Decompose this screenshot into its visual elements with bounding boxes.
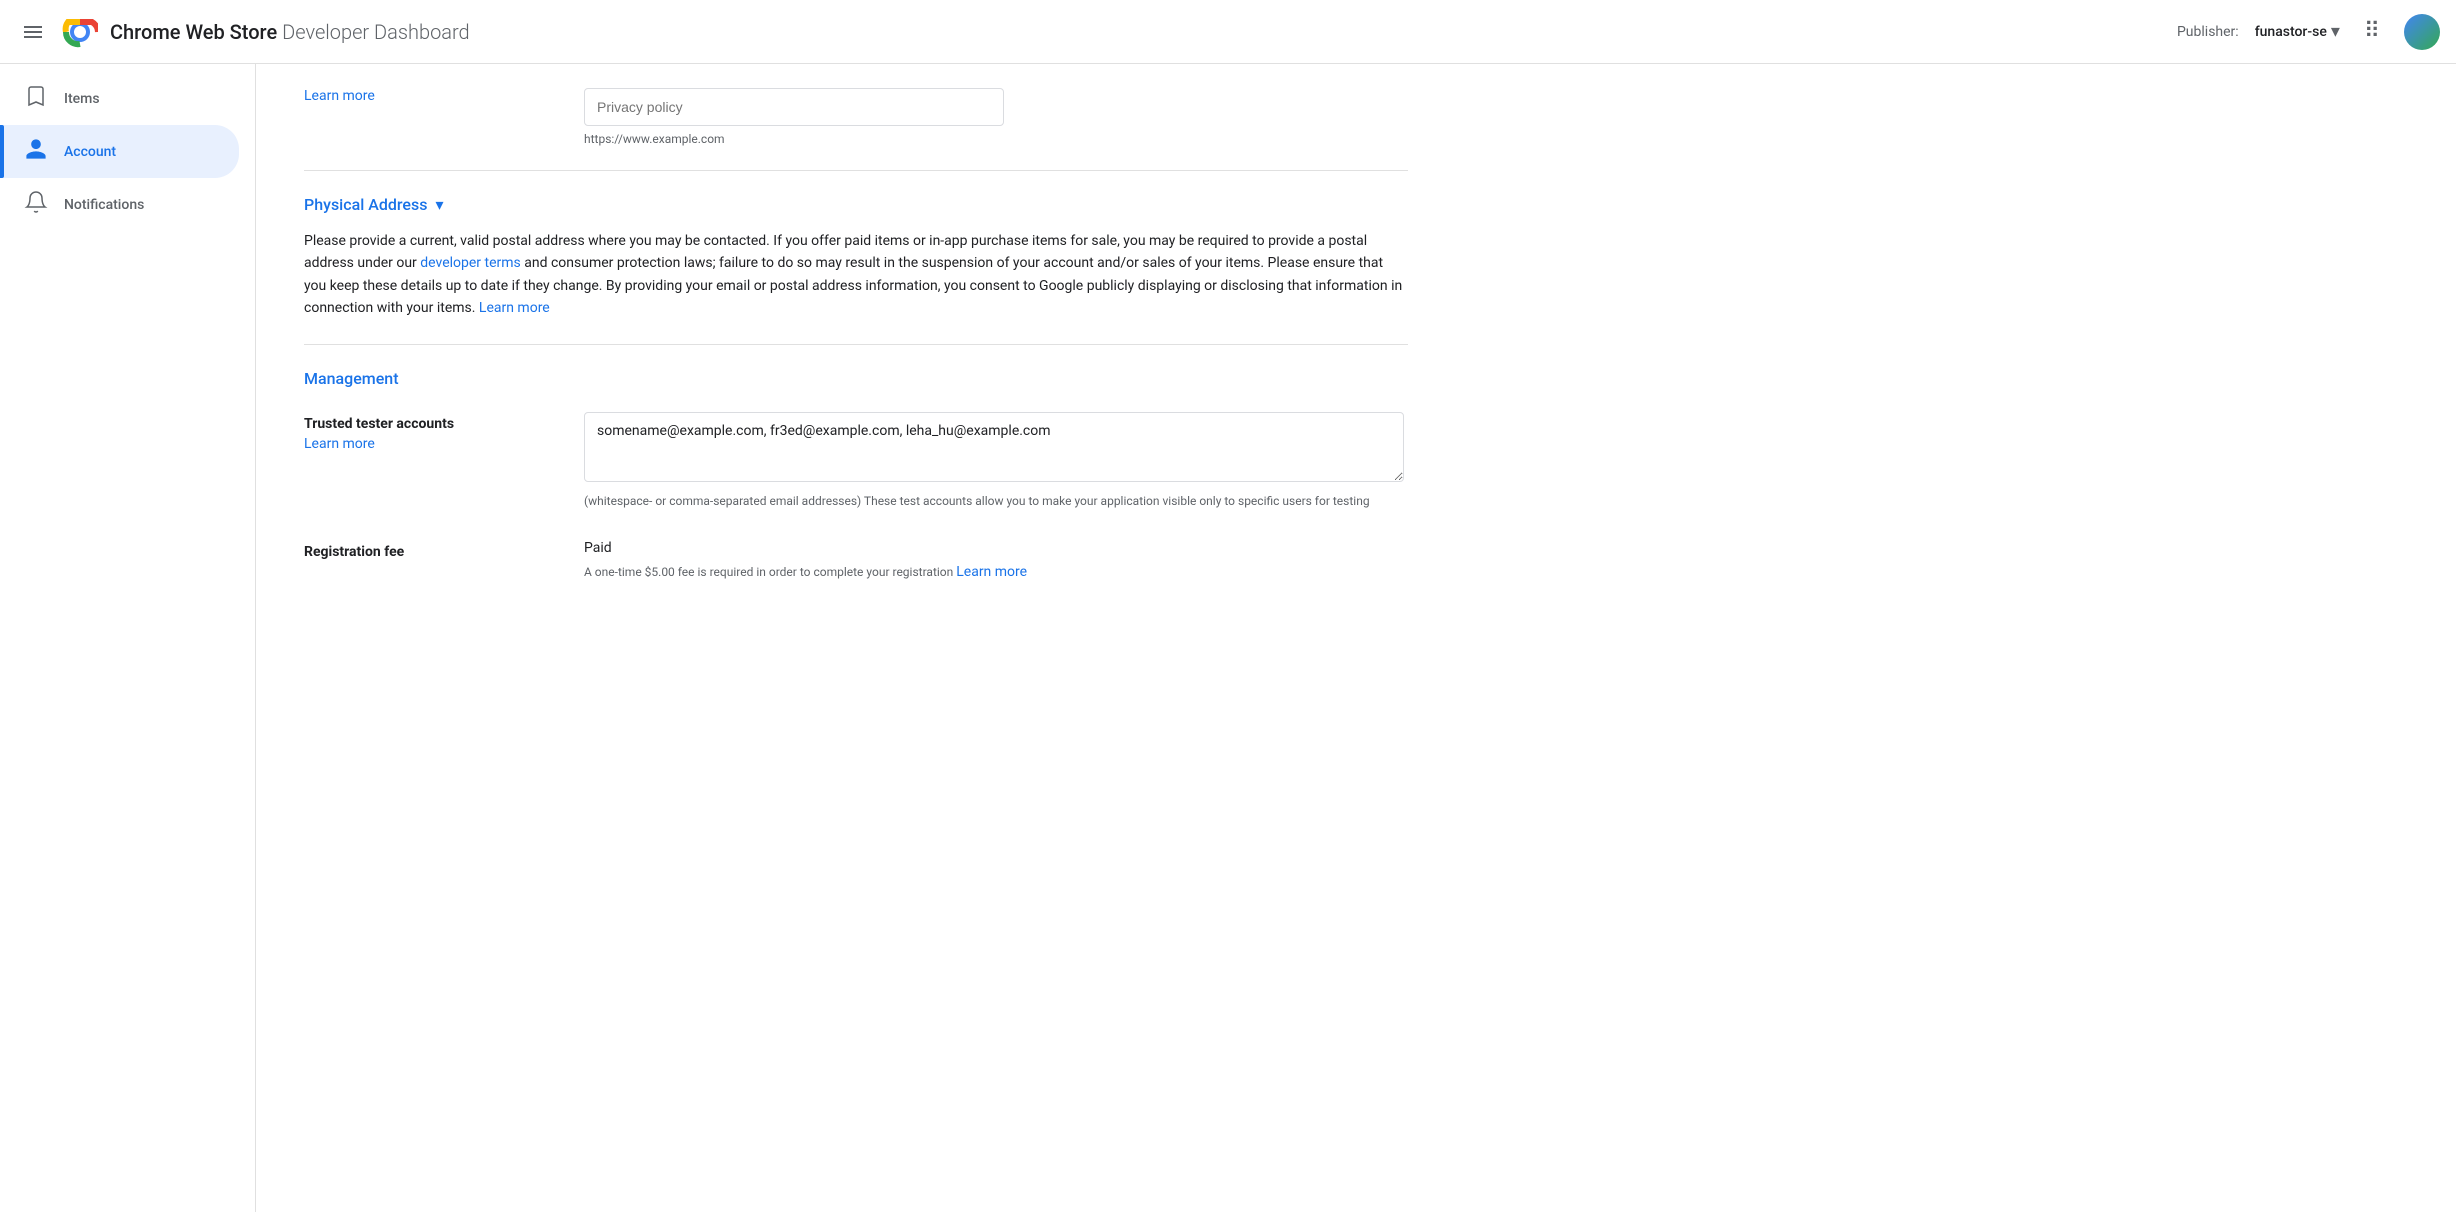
- privacy-policy-section: Learn more https://www.example.com: [304, 88, 1408, 171]
- trusted-tester-label-col: Trusted tester accounts Learn more: [304, 412, 584, 452]
- content-area: Learn more https://www.example.com Physi…: [256, 64, 1456, 660]
- header-right: Publisher: funastor-se ▾ ⠿: [2177, 11, 2440, 52]
- google-apps-icon[interactable]: ⠿: [2356, 11, 2388, 52]
- trusted-tester-textarea[interactable]: somename@example.com, fr3ed@example.com,…: [584, 412, 1404, 482]
- registration-fee-label: Registration fee: [304, 544, 560, 560]
- sidebar: Items Account Notifications: [0, 64, 256, 1212]
- registration-fee-row: Registration fee Paid A one-time $5.00 f…: [304, 540, 1408, 580]
- trusted-tester-learn-more-link[interactable]: Learn more: [304, 436, 375, 452]
- avatar[interactable]: [2404, 14, 2440, 50]
- privacy-policy-label-col: Learn more: [304, 88, 584, 104]
- app-title: Chrome Web Store Developer Dashboard: [110, 20, 470, 44]
- bookmark-icon: [24, 84, 48, 113]
- registration-fee-value: Paid: [584, 540, 1408, 556]
- management-section: Management Trusted tester accounts Learn…: [304, 345, 1408, 636]
- header-left: Chrome Web Store Developer Dashboard: [16, 14, 2177, 50]
- physical-address-chevron-icon[interactable]: ▾: [435, 195, 443, 214]
- privacy-policy-field-col: https://www.example.com: [584, 88, 1408, 146]
- app-title-light: Developer Dashboard: [282, 20, 470, 44]
- sidebar-notifications-label: Notifications: [64, 197, 144, 213]
- publisher-name-button[interactable]: funastor-se ▾: [2255, 21, 2340, 42]
- main-content: Learn more https://www.example.com Physi…: [256, 64, 2456, 1212]
- sidebar-item-notifications[interactable]: Notifications: [0, 178, 239, 231]
- sidebar-account-label: Account: [64, 144, 116, 160]
- physical-address-learn-more-link[interactable]: Learn more: [479, 300, 550, 316]
- sidebar-item-account[interactable]: Account: [0, 125, 239, 178]
- menu-icon[interactable]: [16, 15, 50, 49]
- publisher-label: Publisher:: [2177, 24, 2239, 40]
- trusted-tester-field-col: somename@example.com, fr3ed@example.com,…: [584, 412, 1408, 508]
- layout: Items Account Notifications: [0, 64, 2456, 1212]
- trusted-tester-label: Trusted tester accounts: [304, 416, 560, 432]
- physical-address-section: Physical Address ▾ Please provide a curr…: [304, 171, 1408, 345]
- registration-fee-note: A one-time $5.00 fee is required in orde…: [584, 564, 1408, 580]
- registration-fee-field-col: Paid A one-time $5.00 fee is required in…: [584, 540, 1408, 580]
- physical-address-title[interactable]: Physical Address: [304, 195, 427, 214]
- app-header: Chrome Web Store Developer Dashboard Pub…: [0, 0, 2456, 64]
- chrome-logo: [62, 14, 98, 50]
- bell-icon: [24, 190, 48, 219]
- privacy-policy-input[interactable]: [584, 88, 1004, 126]
- publisher-dropdown-icon: ▾: [2331, 21, 2340, 42]
- physical-address-description: Please provide a current, valid postal a…: [304, 230, 1404, 320]
- sidebar-item-items[interactable]: Items: [0, 72, 239, 125]
- registration-fee-learn-more-link[interactable]: Learn more: [956, 564, 1027, 580]
- account-icon: [24, 137, 48, 166]
- developer-terms-link[interactable]: developer terms: [420, 255, 521, 271]
- trusted-tester-helper: (whitespace- or comma-separated email ad…: [584, 494, 1404, 508]
- management-title: Management: [304, 369, 1408, 388]
- privacy-policy-hint: https://www.example.com: [584, 132, 1408, 146]
- app-title-bold: Chrome Web Store: [110, 20, 277, 44]
- sidebar-items-label: Items: [64, 91, 100, 107]
- trusted-tester-row: Trusted tester accounts Learn more somen…: [304, 412, 1408, 508]
- registration-fee-label-col: Registration fee: [304, 540, 584, 564]
- physical-address-title-row: Physical Address ▾: [304, 195, 1408, 214]
- privacy-learn-more-link[interactable]: Learn more: [304, 88, 375, 104]
